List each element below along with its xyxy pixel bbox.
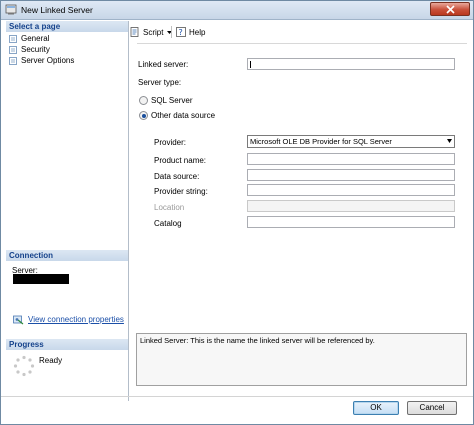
linked-server-label: Linked server: bbox=[138, 60, 189, 69]
progress-spinner-icon bbox=[13, 355, 35, 377]
progress-status: Ready bbox=[39, 356, 63, 365]
script-label: Script bbox=[143, 28, 164, 37]
progress-header: Progress bbox=[6, 339, 128, 350]
catalog-input[interactable] bbox=[247, 216, 455, 228]
catalog-label: Catalog bbox=[154, 219, 182, 228]
location-label: Location bbox=[154, 203, 185, 212]
provider-selected-value: Microsoft OLE DB Provider for SQL Server bbox=[250, 137, 392, 146]
other-data-source-radio-label[interactable]: Other data source bbox=[151, 111, 215, 120]
ok-button[interactable]: OK bbox=[353, 401, 399, 415]
title-bar[interactable]: New Linked Server bbox=[1, 1, 473, 20]
help-label: Help bbox=[189, 28, 206, 37]
page-icon bbox=[9, 35, 17, 43]
page-item-label: Security bbox=[21, 45, 50, 54]
sql-server-radio-label[interactable]: SQL Server bbox=[151, 96, 193, 105]
script-button[interactable]: Script bbox=[130, 27, 166, 38]
window-title: New Linked Server bbox=[21, 5, 93, 15]
select-page-header: Select a page bbox=[6, 21, 128, 32]
description-panel: Linked Server: This is the name the link… bbox=[136, 333, 467, 386]
close-button[interactable] bbox=[430, 2, 470, 16]
script-icon bbox=[130, 27, 139, 37]
chevron-down-icon bbox=[447, 139, 452, 143]
svg-text:?: ? bbox=[179, 28, 183, 37]
provider-string-label: Provider string: bbox=[154, 187, 208, 196]
close-icon bbox=[446, 5, 455, 14]
panel-divider bbox=[128, 21, 129, 401]
linked-server-input[interactable] bbox=[247, 58, 455, 70]
toolbar: Script ? Help bbox=[129, 21, 473, 43]
product-name-input[interactable] bbox=[247, 153, 455, 165]
server-name-redacted bbox=[13, 274, 69, 284]
provider-label: Provider: bbox=[154, 138, 187, 147]
other-data-source-radio[interactable] bbox=[139, 111, 148, 120]
connection-header: Connection bbox=[6, 250, 128, 261]
page-icon bbox=[9, 57, 17, 65]
provider-select[interactable]: Microsoft OLE DB Provider for SQL Server bbox=[247, 135, 455, 148]
sql-server-radio[interactable] bbox=[139, 96, 148, 105]
page-item-label: General bbox=[21, 34, 50, 43]
description-text: Linked Server: This is the name the link… bbox=[140, 336, 375, 345]
server-type-label: Server type: bbox=[138, 78, 182, 87]
toolbar-divider bbox=[137, 43, 467, 44]
connection-properties-icon bbox=[13, 315, 24, 325]
cancel-button[interactable]: Cancel bbox=[407, 401, 457, 415]
left-panel: Select a page General Security Server Op… bbox=[6, 21, 128, 401]
page-icon bbox=[9, 46, 17, 54]
page-item-label: Server Options bbox=[21, 56, 75, 65]
data-source-input[interactable] bbox=[247, 169, 455, 181]
server-icon bbox=[5, 4, 17, 15]
footer-divider bbox=[1, 396, 473, 397]
product-name-label: Product name: bbox=[154, 156, 207, 165]
toolbar-separator bbox=[171, 26, 172, 38]
help-icon: ? bbox=[176, 27, 186, 37]
new-linked-server-window: New Linked Server Select a page General … bbox=[0, 0, 474, 425]
data-source-label: Data source: bbox=[154, 172, 200, 181]
location-input bbox=[247, 200, 455, 212]
view-connection-link-text[interactable]: View connection properties bbox=[28, 315, 124, 324]
help-button[interactable]: ? Help bbox=[176, 27, 206, 38]
provider-string-input[interactable] bbox=[247, 184, 455, 196]
